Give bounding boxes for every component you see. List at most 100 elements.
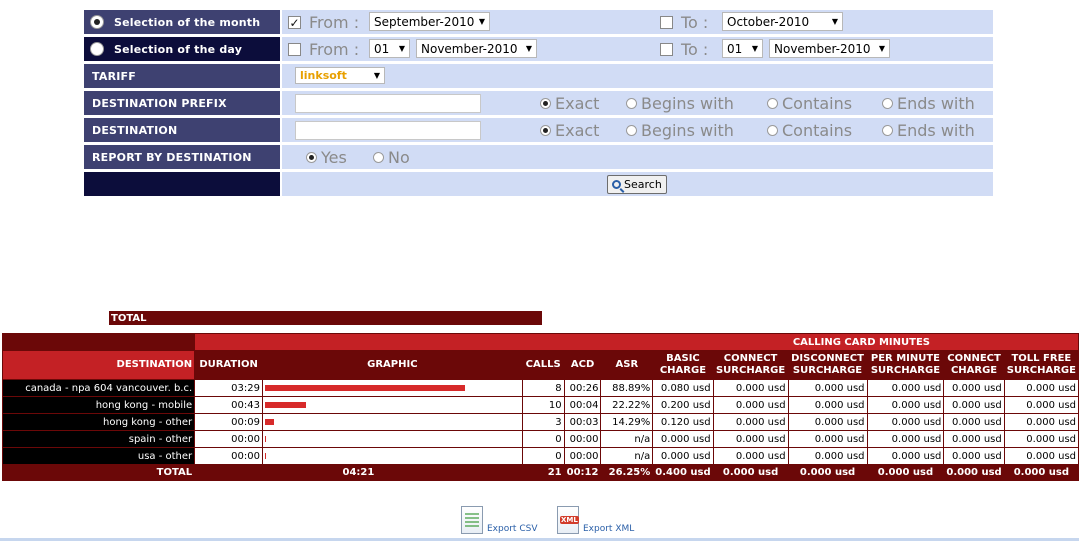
prefix-exact-radio[interactable] (540, 98, 551, 109)
month-to-label: To : (681, 13, 709, 32)
dest-exact-radio[interactable] (540, 125, 551, 136)
col-header-acd[interactable]: ACD (563, 350, 602, 380)
total-disconnect-surcharge: 0.000 usd (787, 464, 868, 481)
month-selection-label: Selection of the month (84, 10, 280, 34)
cell-duration: 00:43 (194, 396, 263, 414)
report-total-row: TOTAL 04:21 21 00:12 26.25% 0.400 usd 0.… (1, 464, 1079, 481)
report-column-header-row: DESTINATION DURATION GRAPHIC CALLS ACD A… (1, 350, 1079, 380)
report-yes-radio[interactable] (306, 152, 317, 163)
destination-controls: Exact Begins with Contains Ends with (282, 118, 993, 142)
csv-file-icon (461, 506, 483, 534)
table-row: canada - npa 604 vancouver. b.c. 03:29 8 00… (1, 379, 1079, 397)
row-month-selection: Selection of the month ✓ From : Septembe… (84, 10, 993, 34)
col-header-destination[interactable]: DESTINATION (1, 350, 196, 380)
prefix-begins-radio[interactable] (626, 98, 637, 109)
col-header-calls[interactable]: CALLS (521, 350, 565, 380)
destination-prefix-input[interactable] (295, 94, 481, 113)
search-icon (612, 180, 621, 189)
cell-duration: 00:00 (194, 447, 263, 465)
dest-begins-radio[interactable] (626, 125, 637, 136)
cell-asr: n/a (600, 447, 654, 465)
table-row: hong kong - other 00:09 3 00:03 14.29% 0.120 … (1, 413, 1079, 431)
search-button[interactable]: Search (607, 175, 667, 194)
cell-toll-free-surcharge: 0.000 usd (1003, 396, 1079, 414)
col-header-toll-free-surcharge[interactable]: TOLL FREE SURCHARGE (1003, 350, 1079, 380)
total-asr: 26.25% (600, 464, 654, 481)
day-selection-radio[interactable] (90, 42, 104, 56)
chevron-down-icon: ▼ (373, 71, 380, 80)
table-row: usa - other 00:00 0 00:00 n/a 0.000 usd 0.000 … (1, 447, 1079, 465)
cell-connect-surcharge: 0.000 usd (712, 430, 789, 448)
col-header-disconnect-surcharge[interactable]: DISCONNECT SURCHARGE (787, 350, 868, 380)
cell-acd: 00:00 (563, 430, 602, 448)
cell-basic-charge: 0.120 usd (652, 413, 714, 431)
table-row: hong kong - mobile 00:43 10 00:04 22.22% 0.20… (1, 396, 1079, 414)
tariff-select[interactable]: linksoft ▼ (295, 67, 385, 84)
cell-disconnect-surcharge: 0.000 usd (787, 447, 868, 465)
cell-toll-free-surcharge: 0.000 usd (1003, 413, 1079, 431)
group-header-title: CALLING CARD MINUTES (194, 333, 1079, 351)
export-xml-link[interactable]: Export XML (557, 506, 634, 534)
dest-begins-label: Begins with (641, 121, 734, 140)
col-header-connect-surcharge[interactable]: CONNECT SURCHARGE (712, 350, 789, 380)
cell-connect-surcharge: 0.000 usd (712, 447, 789, 465)
xml-file-icon (557, 506, 579, 534)
cell-connect-charge: 0.000 usd (943, 413, 1005, 431)
col-header-per-minute-surcharge[interactable]: PER MINUTE SURCHARGE (866, 350, 945, 380)
row-destination-prefix: DESTINATION PREFIX Exact Begins with Con… (84, 91, 993, 115)
total-connect-charge: 0.000 usd (943, 464, 1005, 481)
day-to-checkbox[interactable] (660, 43, 673, 56)
col-header-duration[interactable]: DURATION (194, 350, 263, 380)
duration-bar (264, 385, 465, 391)
dest-contains-radio[interactable] (767, 125, 778, 136)
chevron-down-icon: ▼ (751, 44, 758, 53)
cell-calls: 10 (521, 396, 565, 414)
export-csv-link[interactable]: Export CSV (461, 506, 537, 534)
month-from-select[interactable]: September-2010 ▼ (369, 12, 490, 31)
cell-disconnect-surcharge: 0.000 usd (787, 379, 868, 397)
day-from-day-select[interactable]: 01 ▼ (369, 39, 410, 58)
total-connect-surcharge: 0.000 usd (712, 464, 789, 481)
report-no-radio[interactable] (373, 152, 384, 163)
prefix-contains-radio[interactable] (767, 98, 778, 109)
cell-graphic (261, 379, 523, 397)
col-header-connect-charge[interactable]: CONNECT CHARGE (943, 350, 1005, 380)
month-to-checkbox[interactable] (660, 16, 673, 29)
destination-input[interactable] (295, 121, 481, 140)
col-header-basic-charge[interactable]: BASIC CHARGE (652, 350, 714, 380)
col-header-graphic: GRAPHIC (261, 350, 523, 380)
cell-connect-surcharge: 0.000 usd (712, 413, 789, 431)
chevron-down-icon: ▼ (525, 44, 532, 53)
cell-connect-charge: 0.000 usd (943, 447, 1005, 465)
day-to-month-select[interactable]: November-2010 ▼ (769, 39, 890, 58)
day-from-month-select[interactable]: November-2010 ▼ (416, 39, 537, 58)
day-from-checkbox[interactable] (288, 43, 301, 56)
cell-duration: 00:00 (194, 430, 263, 448)
cell-destination: hong kong - other (1, 413, 196, 431)
chevron-down-icon: ▼ (878, 44, 885, 53)
month-selection-radio[interactable] (90, 15, 104, 29)
prefix-exact-label: Exact (555, 94, 600, 113)
cell-acd: 00:04 (563, 396, 602, 414)
month-selection-controls: ✓ From : September-2010 ▼ To : October-20… (282, 10, 993, 34)
report-by-destination-label: REPORT BY DESTINATION (84, 145, 280, 169)
day-to-day-select[interactable]: 01 ▼ (722, 39, 763, 58)
prefix-ends-radio[interactable] (882, 98, 893, 109)
cell-connect-charge: 0.000 usd (943, 379, 1005, 397)
cell-duration: 03:29 (194, 379, 263, 397)
col-header-asr[interactable]: ASR (600, 350, 654, 380)
month-to-select[interactable]: October-2010 ▼ (722, 12, 843, 31)
duration-bar (264, 436, 266, 442)
dest-ends-radio[interactable] (882, 125, 893, 136)
day-to-label: To : (681, 40, 709, 59)
cell-graphic (261, 413, 523, 431)
cell-acd: 00:03 (563, 413, 602, 431)
destination-prefix-label: DESTINATION PREFIX (84, 91, 280, 115)
total-duration: 04:21 (194, 464, 523, 481)
cell-disconnect-surcharge: 0.000 usd (787, 396, 868, 414)
cell-duration: 00:09 (194, 413, 263, 431)
table-row: spain - other 00:00 0 00:00 n/a 0.000 usd 0.00… (1, 430, 1079, 448)
cell-toll-free-surcharge: 0.000 usd (1003, 430, 1079, 448)
month-from-checkbox[interactable]: ✓ (288, 16, 301, 29)
cell-asr: 22.22% (600, 396, 654, 414)
